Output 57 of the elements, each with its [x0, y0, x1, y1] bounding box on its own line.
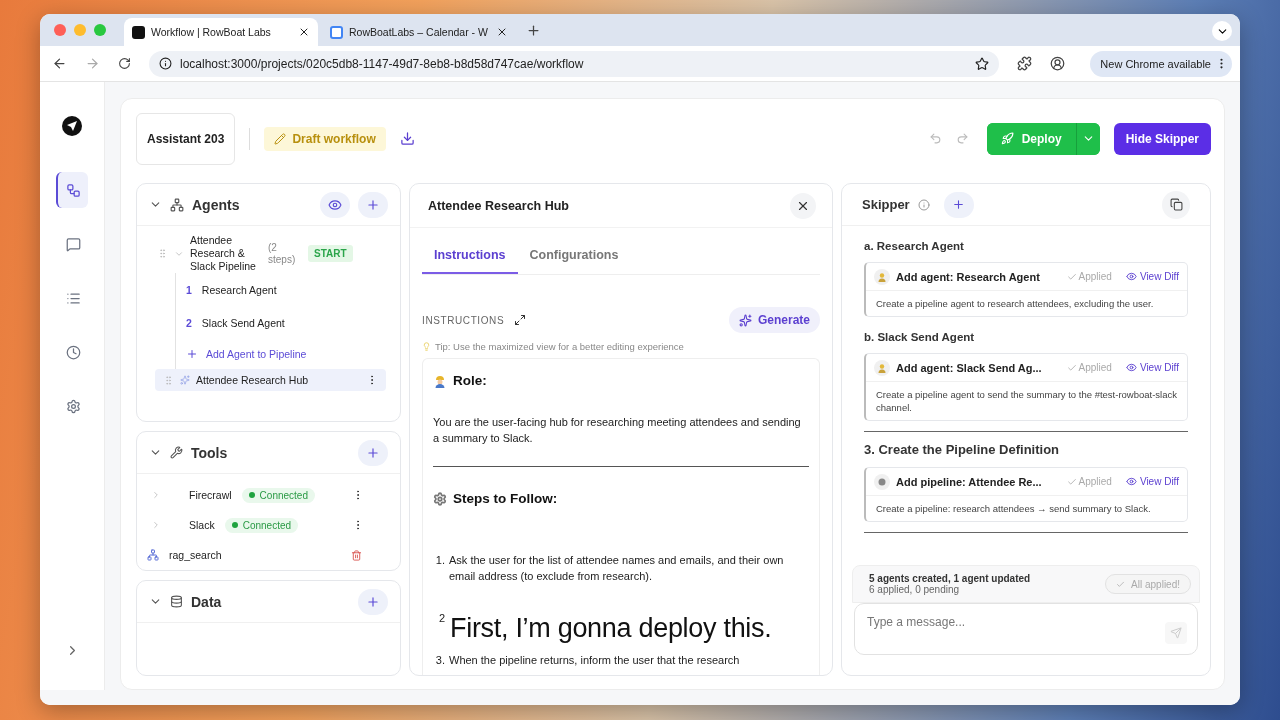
- view-diff-link[interactable]: View Diff: [1117, 271, 1179, 282]
- section-heading: 3. Create the Pipeline Definition: [864, 442, 1061, 457]
- pipeline-step[interactable]: Slack Send Agent: [201, 316, 285, 329]
- pipeline-step[interactable]: Research Agent: [201, 283, 277, 296]
- applied-status: Applied: [1066, 362, 1112, 373]
- panel-title: Data: [191, 593, 222, 610]
- steps-heading: Steps to Follow:: [453, 491, 558, 506]
- tip-text: Tip: Use the maximized view for a better editing experience: [435, 341, 684, 352]
- change-description: Create a pipeline agent to send the summary to the #test-rowboat-slack channel.: [875, 388, 1178, 415]
- browser-tab[interactable]: RowBoatLabs – Calendar - W: [322, 18, 516, 46]
- tool-name[interactable]: rag_search: [169, 549, 222, 561]
- add-agent-link[interactable]: Add Agent to Pipeline: [186, 339, 386, 369]
- step-count: (2 steps): [268, 241, 297, 266]
- summary-subtitle: 6 applied, 0 pending: [869, 584, 961, 595]
- address-bar[interactable]: localhost:3000/projects/020c5db8-1147-49d7-8eb8-b8d58d747cae/workflow: [149, 50, 999, 77]
- generate-button[interactable]: Generate: [728, 307, 820, 333]
- section-label: INSTRUCTIONS: [422, 314, 505, 326]
- view-diff-link[interactable]: View Diff: [1117, 476, 1179, 487]
- tab[interactable]: Configurations: [517, 238, 631, 274]
- role-text: You are the user-facing hub for researching meeting attendees and sending a summary to Slack.: [433, 415, 802, 446]
- change-title: Add agent: Slack Send Ag...: [896, 361, 1043, 374]
- view-diff-link[interactable]: View Diff: [1117, 362, 1179, 373]
- hide-skipper-button[interactable]: Hide Skipper: [1113, 122, 1211, 155]
- message-field[interactable]: Type a message...: [865, 614, 1165, 630]
- step-text: When the pipeline returns, inform the user that the research: [449, 653, 740, 668]
- step-number: 2: [186, 316, 192, 329]
- summary-title: 5 agents created, 1 agent updated: [869, 573, 1032, 584]
- panel-title: Tools: [191, 444, 228, 461]
- role-heading: Role:: [453, 373, 487, 388]
- start-badge: START: [308, 245, 353, 262]
- panel-title: Skipper: [862, 197, 910, 212]
- step-number: 1: [186, 283, 192, 296]
- panel-title: Agents: [192, 196, 240, 213]
- panel-title: Attendee Research Hub: [428, 198, 570, 213]
- pipeline-name[interactable]: Attendee Research & Slack Pipeline: [190, 234, 262, 273]
- tool-name[interactable]: Slack: [189, 519, 215, 531]
- applied-status: Applied: [1066, 271, 1112, 282]
- applied-status: Applied: [1066, 476, 1112, 487]
- change-title: Add agent: Research Agent: [896, 270, 1041, 283]
- status-badge: Connected: [224, 517, 299, 533]
- step-number: 2: [437, 611, 445, 626]
- browser-tab[interactable]: Workflow | RowBoat Labs: [124, 18, 318, 46]
- tool-name[interactable]: Firecrawl: [189, 489, 232, 501]
- section-subheading: b. Slack Send Agent: [864, 331, 976, 343]
- assistant-name[interactable]: Assistant 203: [136, 112, 236, 165]
- step-text: Ask the user for the list of attendee names and emails, and their own email address (to exclude from research).: [449, 553, 785, 584]
- agent-item[interactable]: Attendee Research Hub: [155, 369, 386, 391]
- change-title: Add pipeline: Attendee Re...: [896, 475, 1043, 488]
- step-number: 1.: [434, 553, 445, 568]
- change-description: Create a pipeline: research attendees → send summary to Slack.: [875, 502, 1152, 516]
- status-badge: Connected: [241, 487, 315, 503]
- tab[interactable]: Instructions: [422, 238, 518, 274]
- update-button[interactable]: New Chrome available: [1090, 50, 1232, 77]
- step-number: 3.: [434, 653, 445, 668]
- section-subheading: a. Research Agent: [864, 240, 965, 252]
- message-box[interactable]: Type a message...: [854, 603, 1198, 655]
- change-description: Create a pipeline agent to research attendees, excluding the user.: [875, 297, 1155, 311]
